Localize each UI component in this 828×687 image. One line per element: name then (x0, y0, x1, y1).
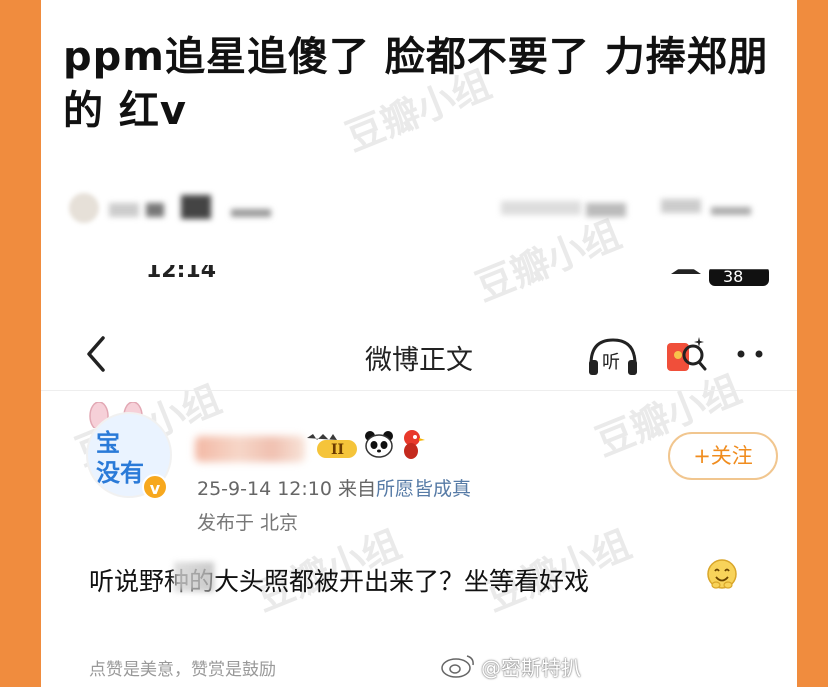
post-location: 发布于 北京 (197, 512, 299, 534)
divider (41, 390, 797, 391)
reward-footer: 点赞是美意，赞赏是鼓励 (89, 660, 276, 680)
blurred-avatar (69, 193, 99, 223)
timestamp: 25-9-14 12:10 (197, 478, 332, 500)
bird-icon (404, 430, 425, 459)
post-meta: 25-9-14 12:10 来自所愿皆成真 (197, 474, 471, 501)
source-prefix: 来自 (338, 478, 377, 500)
level-text: II (331, 442, 344, 458)
verified-badge: v (142, 474, 168, 500)
blurred-header-strip (41, 185, 797, 235)
blurred-text (231, 209, 271, 217)
username-blurred[interactable] (195, 436, 305, 462)
wifi-icon (671, 264, 701, 274)
red-envelope-icon[interactable] (663, 333, 707, 377)
status-bar-icons: 38 (671, 262, 781, 286)
body-text-blur (174, 562, 214, 592)
headphones-icon[interactable]: 听 (586, 334, 640, 378)
source-link[interactable]: 所愿皆成真 (376, 478, 471, 500)
nav-bar: 微博正文 听 (41, 320, 797, 390)
blurred-text (109, 203, 139, 217)
follow-button[interactable]: +关注 (668, 432, 778, 480)
post-body: 听说野种的大头照都被开出来了？坐等看好戏 (89, 567, 590, 596)
blurred-text (501, 201, 581, 215)
blurred-text (181, 195, 211, 219)
blurred-text (146, 203, 164, 217)
blurred-text (661, 199, 701, 213)
watermark-credit: @密斯特扒 (481, 656, 581, 680)
blurred-text (586, 203, 626, 217)
status-time: 12:14 (146, 258, 217, 283)
level-badge-icon: II (307, 434, 357, 458)
blurred-text (711, 207, 751, 215)
post-headline: ppm追星追傻了 脸都不要了 力捧郑朋的 红v (63, 34, 769, 134)
battery-level: 38 (723, 267, 743, 286)
weibo-logo-icon (441, 655, 474, 678)
smiling-emoji-icon (707, 559, 737, 589)
listen-label: 听 (602, 352, 620, 373)
more-dots-icon[interactable] (733, 342, 769, 366)
post-card: ppm追星追傻了 脸都不要了 力捧郑朋的 红v 豆瓣小组 豆瓣小组 豆瓣小组 豆… (41, 0, 797, 687)
panda-icon (365, 431, 393, 458)
